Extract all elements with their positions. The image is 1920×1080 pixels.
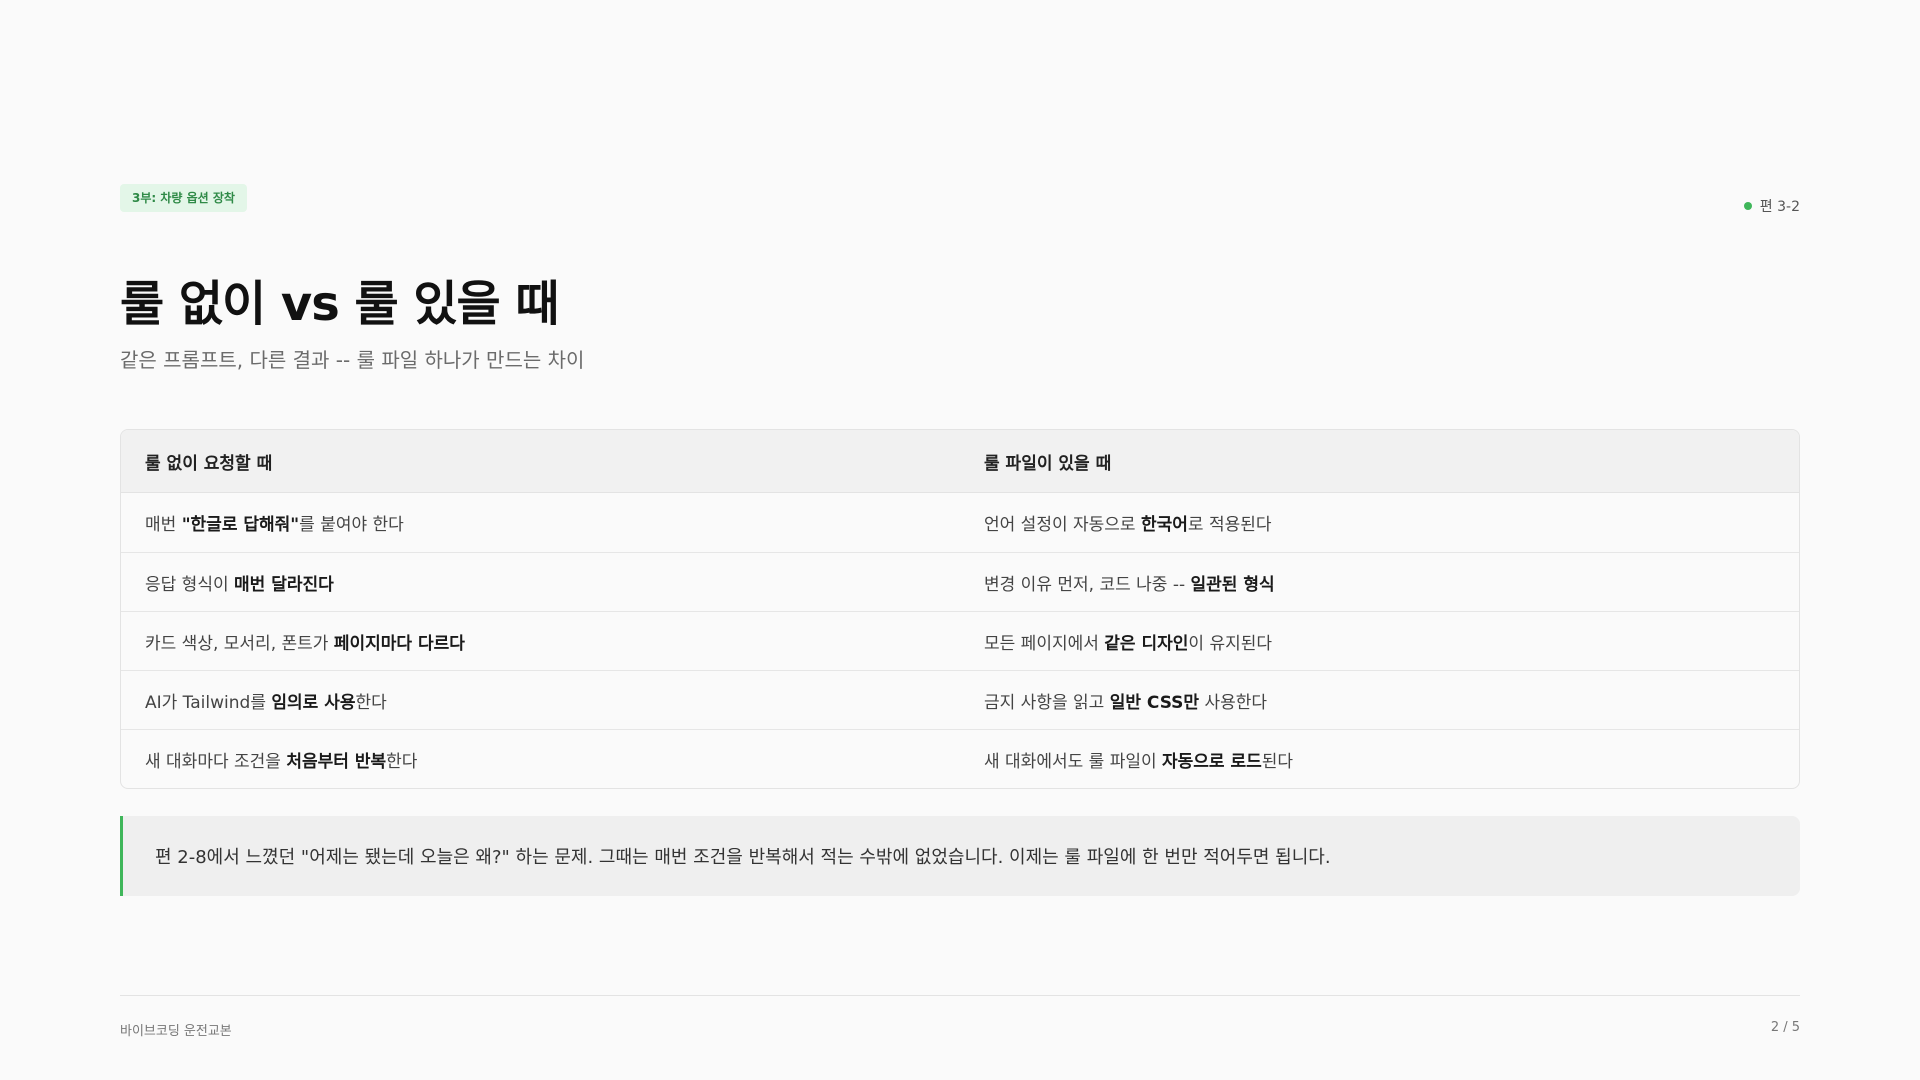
page-number: 2 / 5: [1770, 1020, 1800, 1035]
episode-indicator: 편 3-2: [1743, 196, 1800, 216]
cell-without-rules: 매번 "한글로 답해줘" 를 붙여야 한다: [121, 493, 960, 552]
cell-emphasis: 한국어: [1140, 515, 1188, 535]
page-title: 룰 없이 vs 룰 있을 때: [120, 276, 560, 332]
table-row: AI가 Tailwind를 임의로 사용 한다 금지 사항을 읽고 일반 CSS만 …: [121, 670, 1799, 729]
cell-text: 로 적용된다: [1187, 515, 1272, 535]
cell-with-rules: 금지 사항을 읽고 일반 CSS만 사용한다: [960, 671, 1799, 729]
cell-text: 변경 이유 먼저, 코드 나중 --: [984, 574, 1191, 595]
slide: 3부: 차량 옵션 장착 편 3-2 룰 없이 vs 룰 있을 때 같은 프롬프…: [0, 0, 1920, 1080]
comparison-table: 룰 없이 요청할 때 룰 파일이 있을 때 매번 "한글로 답해줘" 를 붙여야 …: [120, 429, 1800, 789]
cell-without-rules: 응답 형식이 매번 달라진다: [121, 553, 960, 611]
callout-note: 편 2-8에서 느꼈던 "어제는 됐는데 오늘은 왜?" 하는 문제. 그때는 …: [120, 816, 1800, 896]
cell-text: 새 대화에서도 룰 파일이: [984, 751, 1163, 772]
cell-text: 한다: [386, 751, 418, 772]
table-header-with-rules: 룰 파일이 있을 때: [984, 453, 1112, 474]
cell-emphasis: 같은 디자인: [1104, 633, 1189, 654]
cell-emphasis: 임의로 사용: [271, 692, 356, 713]
cell-without-rules: 카드 색상, 모서리, 폰트가 페이지마다 다르다: [121, 612, 960, 670]
cell-emphasis: 자동으로 로드: [1162, 751, 1262, 772]
cell-text: 를 붙여야 한다: [299, 515, 404, 535]
cell-text: 응답 형식이: [145, 574, 235, 595]
status-dot-icon: [1743, 202, 1752, 210]
cell-text: 한다: [355, 692, 387, 713]
cell-emphasis: 매번 달라진다: [234, 574, 334, 595]
cell-text: 모든 페이지에서: [984, 633, 1105, 654]
cell-emphasis: 처음부터 반복: [286, 751, 387, 772]
cell-with-rules: 새 대화에서도 룰 파일이 자동으로 로드 된다: [960, 730, 1799, 788]
page-subtitle: 같은 프롬프트, 다른 결과 -- 룰 파일 하나가 만드는 차이: [120, 348, 585, 372]
cell-without-rules: AI가 Tailwind를 임의로 사용 한다: [121, 671, 960, 729]
table-header-row: 룰 없이 요청할 때 룰 파일이 있을 때: [121, 430, 1799, 493]
footer-book-title: 바이브코딩 운전교본: [120, 1024, 232, 1039]
table-body: 매번 "한글로 답해줘" 를 붙여야 한다 언어 설정이 자동으로 한국어 로 적용된…: [121, 493, 1799, 788]
cell-text: 언어 설정이 자동으로: [984, 515, 1141, 535]
cell-text: 이 유지된다: [1188, 633, 1273, 654]
cell-with-rules: 모든 페이지에서 같은 디자인 이 유지된다: [960, 612, 1799, 670]
cell-text: 된다: [1261, 751, 1294, 772]
footer-divider: [120, 995, 1800, 996]
cell-emphasis: 일반 CSS만: [1109, 692, 1200, 713]
cell-text: 카드 색상, 모서리, 폰트가: [145, 633, 334, 654]
table-header-without-rules: 룰 없이 요청할 때: [145, 453, 273, 474]
cell-text: 금지 사항을 읽고: [984, 692, 1110, 713]
table-row: 매번 "한글로 답해줘" 를 붙여야 한다 언어 설정이 자동으로 한국어 로 적용된…: [121, 493, 1799, 552]
cell-text: AI가 Tailwind를: [145, 692, 272, 713]
cell-with-rules: 변경 이유 먼저, 코드 나중 -- 일관된 형식: [960, 553, 1799, 611]
table-row: 새 대화마다 조건을 처음부터 반복 한다 새 대화에서도 룰 파일이 자동으로 로…: [121, 729, 1799, 788]
cell-emphasis: "한글로 답해줘": [181, 515, 300, 535]
cell-emphasis: 일관된 형식: [1190, 574, 1275, 595]
cell-without-rules: 새 대화마다 조건을 처음부터 반복 한다: [121, 730, 960, 788]
cell-text: 새 대화마다 조건을: [145, 751, 287, 772]
table-row: 카드 색상, 모서리, 폰트가 페이지마다 다르다 모든 페이지에서 같은 디자인…: [121, 611, 1799, 670]
cell-emphasis: 페이지마다 다르다: [333, 633, 465, 654]
table-row: 응답 형식이 매번 달라진다 변경 이유 먼저, 코드 나중 -- 일관된 형식: [121, 552, 1799, 611]
cell-text: 매번: [145, 515, 182, 535]
episode-label: 편 3-2: [1759, 199, 1800, 215]
section-badge: 3부: 차량 옵션 장착: [120, 184, 247, 212]
cell-with-rules: 언어 설정이 자동으로 한국어 로 적용된다: [960, 493, 1799, 552]
cell-text: 사용한다: [1199, 692, 1268, 713]
